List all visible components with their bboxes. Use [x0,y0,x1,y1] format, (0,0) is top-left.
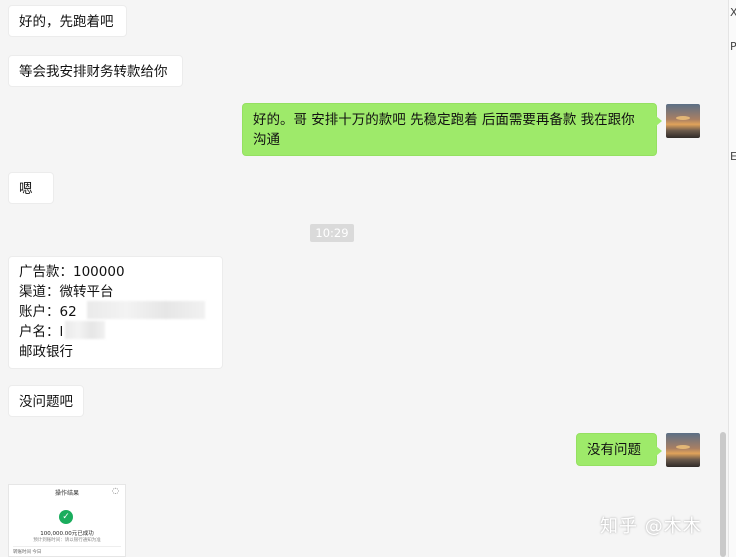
thumbnail-subtext: 预计到账时间：请以银行通知为准 [33,538,101,543]
incoming-message-5-bank-details[interactable]: 广告款：100000 渠道：微转平台 账户：6251 户名：l 邮政银行 [8,256,223,369]
incoming-message-6[interactable]: 没问题吧 [8,385,84,417]
redaction-mask-account [87,301,205,319]
right-side-panel: X P E [728,0,736,557]
thumbnail-divider [13,546,121,547]
panel-glyph-3: E [730,150,736,163]
account-name-prefix: 户名： [19,324,60,340]
thumbnail-refresh-icon: ◌ [112,486,119,495]
message-text: 好的，先跑着吧 [19,14,114,30]
message-text: 没有问题 [587,442,641,458]
chat-message-area: 好的，先跑着吧 等会我安排财务转款给你 好的。哥 安排十万的款吧 先稳定跑着 后… [0,0,718,557]
chat-scrollbar[interactable] [720,432,726,557]
incoming-message-1[interactable]: 好的，先跑着吧 [8,5,127,37]
incoming-message-2[interactable]: 等会我安排财务转款给你 [8,55,183,87]
transfer-screenshot-image[interactable]: 操作结果 ◌ ✓ 100,000.00元已成功 预计到账时间：请以银行通知为准 … [8,484,126,557]
message-text: 嗯 [19,181,33,197]
incoming-message-4[interactable]: 嗯 [8,172,54,204]
panel-glyph-2: P [730,40,736,53]
account-prefix: 账户：62 [19,304,77,320]
thumbnail-title: 操作结果 [54,490,79,497]
zhihu-watermark: 知乎 @木木 [600,516,702,537]
success-check-icon: ✓ [59,510,73,524]
outgoing-message-7[interactable]: 没有问题 [576,433,662,466]
thumbnail-amount: 100,000.00元已成功 [40,531,94,537]
message-text: 好的。哥 安排十万的款吧 先稳定跑着 后面需要再备款 我在跟你沟通 [253,112,635,148]
ad-amount-line: 广告款：100000 [19,264,125,280]
channel-line: 渠道：微转平台 [19,284,114,300]
message-timestamp: 10:29 [310,224,354,242]
panel-glyph-1: X [730,6,736,19]
outgoing-message-3[interactable]: 好的。哥 安排十万的款吧 先稳定跑着 后面需要再备款 我在跟你沟通 [242,103,662,156]
my-avatar[interactable] [666,433,700,467]
my-avatar[interactable] [666,104,700,138]
redaction-mask-name [65,321,105,339]
account-name-partial: l [59,324,64,340]
bank-line: 邮政银行 [19,344,73,360]
thumbnail-footer: 转账时间 今日 [13,550,42,555]
account-name-line: 户名：l [19,322,212,342]
message-text: 没问题吧 [19,394,73,410]
message-text: 等会我安排财务转款给你 [19,64,168,80]
